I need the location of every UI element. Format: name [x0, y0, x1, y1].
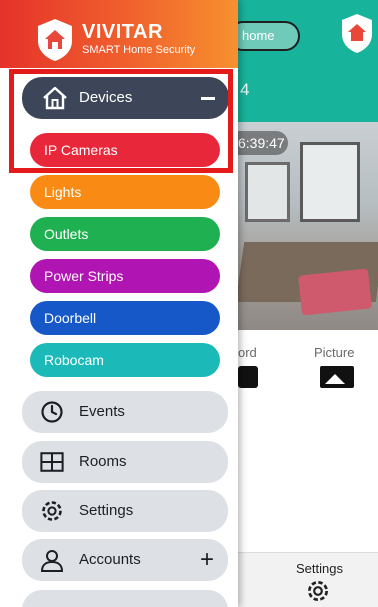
footer-settings-label[interactable]: Settings — [296, 561, 343, 576]
accounts-menu-item[interactable]: Accounts + — [22, 539, 228, 581]
picture-label: Picture — [314, 345, 355, 360]
drawer-header: VIVITAR SMART Home Security — [0, 0, 238, 68]
record-label: ord — [238, 345, 257, 360]
record-icon[interactable] — [238, 366, 258, 388]
shield-logo-icon — [38, 19, 72, 61]
menu-item-partial[interactable] — [22, 590, 228, 607]
gear-icon — [42, 501, 62, 521]
settings-menu-item[interactable]: Settings — [22, 490, 228, 532]
rooms-menu-item[interactable]: Rooms — [22, 441, 228, 483]
doorbell-item[interactable]: Doorbell — [30, 301, 220, 335]
add-account-icon[interactable]: + — [200, 539, 214, 581]
settings-label: Settings — [79, 502, 134, 519]
events-menu-item[interactable]: Events — [22, 391, 228, 433]
rooms-grid-icon — [40, 452, 64, 472]
home-selector[interactable]: home — [228, 21, 300, 51]
highlight-box — [9, 69, 233, 173]
gear-icon[interactable] — [305, 578, 331, 604]
brand-name: VIVITAR — [82, 21, 163, 43]
accounts-label: Accounts — [79, 551, 141, 568]
brand-tagline: SMART Home Security — [82, 44, 196, 56]
power-strips-item[interactable]: Power Strips — [30, 259, 220, 293]
app-logo-icon — [342, 14, 372, 53]
picture-icon[interactable] — [320, 366, 354, 388]
outlets-item[interactable]: Outlets — [30, 217, 220, 251]
rooms-label: Rooms — [79, 453, 127, 470]
clock-icon — [41, 401, 63, 423]
robocam-item[interactable]: Robocam — [30, 343, 220, 377]
user-icon — [40, 550, 64, 572]
header-count: 4 — [240, 80, 250, 99]
events-label: Events — [79, 403, 125, 420]
lights-item[interactable]: Lights — [30, 175, 220, 209]
